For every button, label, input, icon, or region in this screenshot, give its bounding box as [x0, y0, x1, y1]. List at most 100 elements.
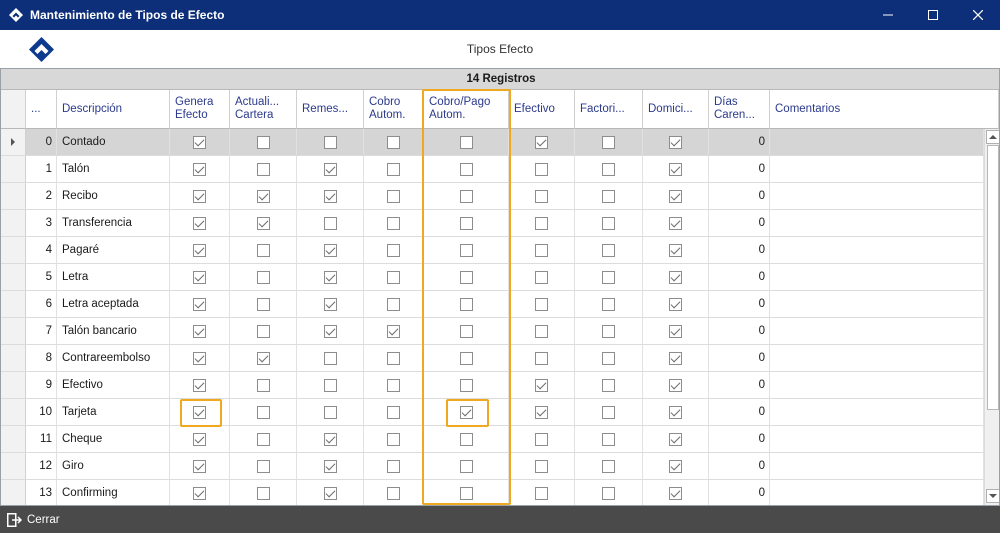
cell-num[interactable]: 3	[26, 210, 57, 236]
cell-comentarios[interactable]	[770, 210, 984, 236]
factoring-checkbox[interactable]	[602, 486, 615, 500]
col-remesa-header[interactable]: Remes...	[297, 90, 364, 129]
table-row[interactable]: 13 Confirming 0	[1, 480, 984, 505]
cell-indicator[interactable]	[1, 480, 26, 505]
cell-comentarios[interactable]	[770, 372, 984, 398]
cobro-checkbox[interactable]	[387, 405, 400, 419]
cell-desc[interactable]: Efectivo	[57, 372, 170, 398]
cell-desc[interactable]: Contado	[57, 129, 170, 155]
table-row[interactable]: 10 Tarjeta 0	[1, 399, 984, 426]
table-row[interactable]: 2 Recibo 0	[1, 183, 984, 210]
cell-comentarios[interactable]	[770, 183, 984, 209]
cell-num[interactable]: 10	[26, 399, 57, 425]
cell-num[interactable]: 9	[26, 372, 57, 398]
efectivo-checkbox[interactable]	[535, 378, 548, 392]
table-row[interactable]: 11 Cheque 0	[1, 426, 984, 453]
table-row[interactable]: 8 Contrareembolso 0	[1, 345, 984, 372]
factoring-checkbox[interactable]	[602, 405, 615, 419]
genera-checkbox[interactable]	[193, 162, 206, 176]
actualiza-checkbox[interactable]	[256, 243, 270, 257]
cell-dias[interactable]: 0	[709, 399, 770, 425]
cell-comentarios[interactable]	[770, 129, 984, 155]
cell-indicator[interactable]	[1, 129, 26, 155]
actualiza-checkbox[interactable]	[256, 270, 270, 284]
cell-indicator[interactable]	[1, 426, 26, 452]
cell-indicator[interactable]	[1, 372, 26, 398]
minimize-button[interactable]	[865, 0, 910, 30]
cobropago-checkbox[interactable]	[459, 216, 473, 230]
cell-comentarios[interactable]	[770, 345, 984, 371]
scroll-up-button[interactable]	[986, 130, 999, 144]
cobropago-checkbox[interactable]	[459, 378, 473, 392]
actualiza-checkbox[interactable]	[256, 351, 270, 365]
genera-checkbox[interactable]	[193, 378, 206, 392]
factoring-checkbox[interactable]	[602, 378, 615, 392]
actualiza-checkbox[interactable]	[256, 297, 270, 311]
remesa-checkbox[interactable]	[323, 405, 337, 419]
col-comentarios-header[interactable]: Comentarios	[770, 90, 999, 129]
domicilia-checkbox[interactable]	[669, 135, 682, 149]
remesa-checkbox[interactable]	[323, 270, 337, 284]
efectivo-checkbox[interactable]	[535, 432, 548, 446]
efectivo-checkbox[interactable]	[535, 405, 548, 419]
remesa-checkbox[interactable]	[323, 486, 337, 500]
genera-checkbox[interactable]	[193, 351, 206, 365]
cobropago-checkbox[interactable]	[459, 486, 473, 500]
domicilia-checkbox[interactable]	[669, 297, 682, 311]
cell-indicator[interactable]	[1, 318, 26, 344]
cell-num[interactable]: 12	[26, 453, 57, 479]
remesa-checkbox[interactable]	[323, 432, 337, 446]
cell-indicator[interactable]	[1, 291, 26, 317]
cobro-checkbox[interactable]	[387, 189, 400, 203]
cobro-checkbox[interactable]	[387, 378, 400, 392]
cell-comentarios[interactable]	[770, 318, 984, 344]
remesa-checkbox[interactable]	[323, 324, 337, 338]
efectivo-checkbox[interactable]	[535, 243, 548, 257]
cell-dias[interactable]: 0	[709, 264, 770, 290]
cell-comentarios[interactable]	[770, 291, 984, 317]
cobropago-checkbox[interactable]	[459, 189, 473, 203]
cell-dias[interactable]: 0	[709, 183, 770, 209]
cobro-checkbox[interactable]	[387, 243, 400, 257]
actualiza-checkbox[interactable]	[256, 162, 270, 176]
maximize-button[interactable]	[910, 0, 955, 30]
efectivo-checkbox[interactable]	[535, 270, 548, 284]
table-row[interactable]: 5 Letra 0	[1, 264, 984, 291]
cobropago-checkbox[interactable]	[459, 405, 473, 419]
cell-desc[interactable]: Contrareembolso	[57, 345, 170, 371]
cell-desc[interactable]: Talón bancario	[57, 318, 170, 344]
cobropago-checkbox[interactable]	[459, 432, 473, 446]
cell-comentarios[interactable]	[770, 237, 984, 263]
col-cobropago-header[interactable]: Cobro/Pago Autom.	[424, 90, 509, 129]
domicilia-checkbox[interactable]	[669, 162, 682, 176]
cobro-checkbox[interactable]	[387, 297, 400, 311]
cell-desc[interactable]: Cheque	[57, 426, 170, 452]
genera-checkbox[interactable]	[193, 324, 206, 338]
domicilia-checkbox[interactable]	[669, 486, 682, 500]
genera-checkbox[interactable]	[193, 135, 206, 149]
factoring-checkbox[interactable]	[602, 297, 615, 311]
remesa-checkbox[interactable]	[323, 378, 337, 392]
genera-checkbox[interactable]	[193, 243, 206, 257]
actualiza-checkbox[interactable]	[256, 459, 270, 473]
cell-dias[interactable]: 0	[709, 318, 770, 344]
factoring-checkbox[interactable]	[602, 324, 615, 338]
domicilia-checkbox[interactable]	[669, 324, 682, 338]
factoring-checkbox[interactable]	[602, 243, 615, 257]
cell-desc[interactable]: Confirming	[57, 480, 170, 505]
cobro-checkbox[interactable]	[387, 270, 400, 284]
cell-desc[interactable]: Transferencia	[57, 210, 170, 236]
cell-num[interactable]: 11	[26, 426, 57, 452]
factoring-checkbox[interactable]	[602, 459, 615, 473]
factoring-checkbox[interactable]	[602, 432, 615, 446]
cell-desc[interactable]: Tarjeta	[57, 399, 170, 425]
cobro-checkbox[interactable]	[387, 351, 400, 365]
domicilia-checkbox[interactable]	[669, 405, 682, 419]
efectivo-checkbox[interactable]	[535, 324, 548, 338]
col-num-header[interactable]: ...	[26, 90, 57, 129]
close-button[interactable]	[955, 0, 1000, 30]
factoring-checkbox[interactable]	[602, 270, 615, 284]
domicilia-checkbox[interactable]	[669, 351, 682, 365]
cell-comentarios[interactable]	[770, 399, 984, 425]
cell-indicator[interactable]	[1, 264, 26, 290]
